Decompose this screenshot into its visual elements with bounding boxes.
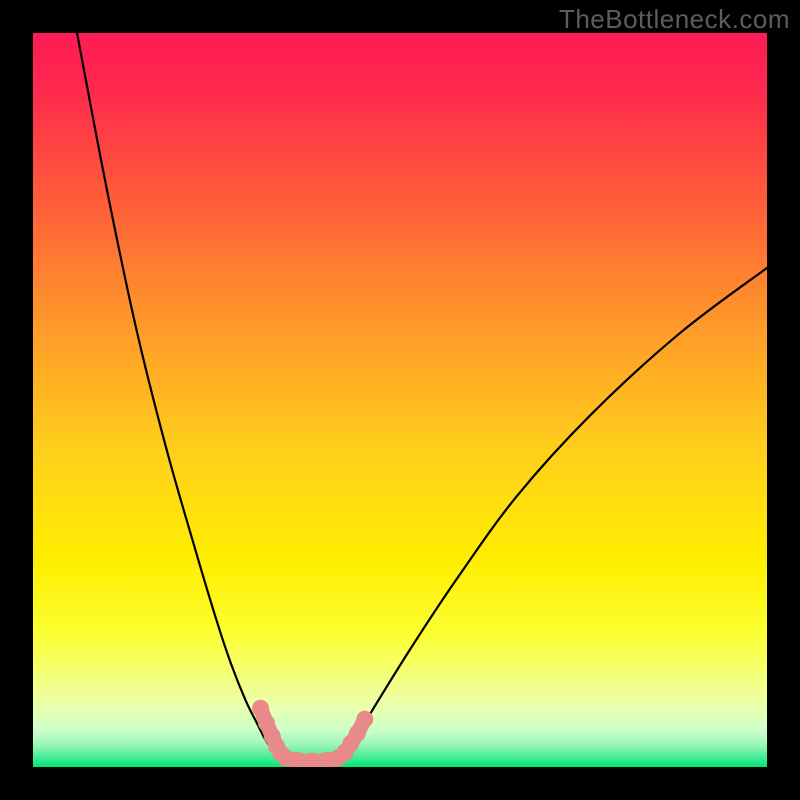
chart-curves	[33, 33, 767, 767]
marker-dot	[252, 700, 269, 717]
watermark-text: TheBottleneck.com	[559, 4, 790, 35]
plot-area	[33, 33, 767, 767]
chart-frame: TheBottleneck.com	[0, 0, 800, 800]
bottleneck-curve	[77, 33, 767, 762]
marker-dot	[356, 711, 373, 728]
